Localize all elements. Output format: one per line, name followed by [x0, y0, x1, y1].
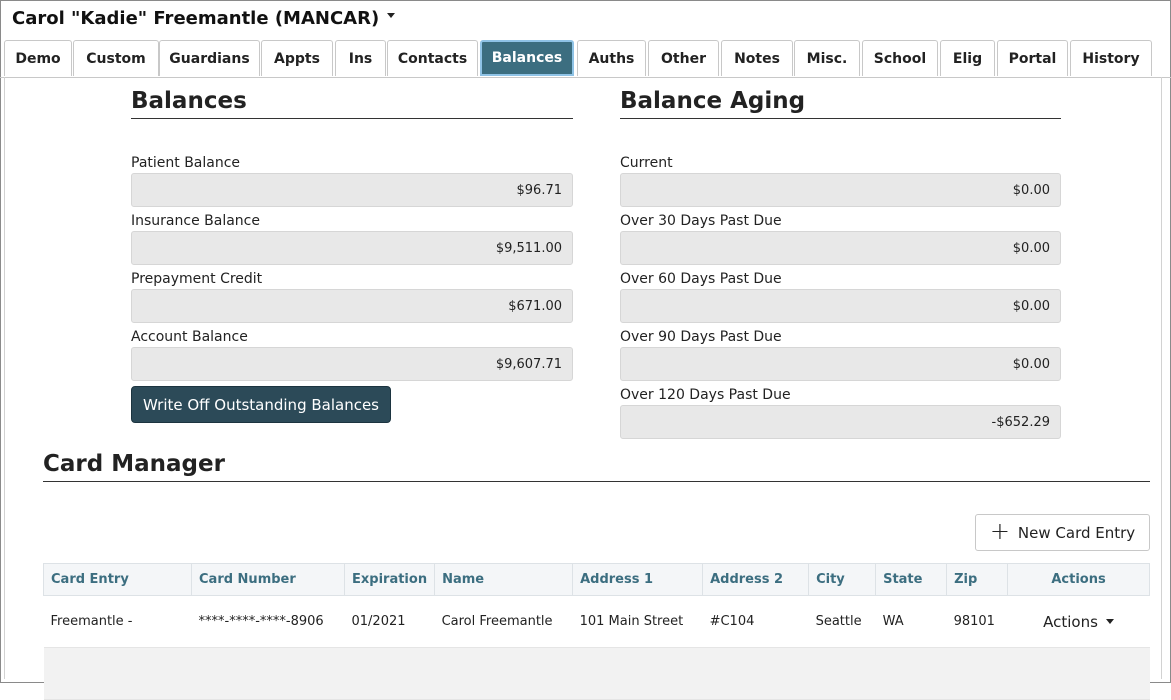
col-expiration[interactable]: Expiration: [343, 563, 436, 596]
chevron-down-icon: [1105, 619, 1114, 624]
card-manager-rule: [43, 481, 1150, 482]
over-120-field: -$652.29: [620, 405, 1061, 439]
cell-address-2: #C104: [702, 595, 809, 648]
col-city[interactable]: City: [808, 563, 877, 596]
account-balance-label: Account Balance: [131, 329, 248, 345]
empty-cell: [43, 647, 1150, 700]
balance-aging-title: Balance Aging: [620, 88, 806, 114]
over-30-field: $0.00: [620, 231, 1061, 265]
col-name[interactable]: Name: [434, 563, 574, 596]
col-card-number[interactable]: Card Number: [191, 563, 345, 596]
cell-card-number: ****-****-****-8906: [191, 595, 345, 648]
account-balance-field: $9,607.71: [131, 347, 573, 381]
insurance-balance-label: Insurance Balance: [131, 213, 260, 229]
plus-icon: +: [989, 517, 1010, 545]
card-table: Card Entry Card Number Expiration Name A…: [43, 563, 1150, 700]
cell-actions: Actions: [1007, 595, 1150, 648]
tab-bar: Demo Custom Guardians Appts Ins Contacts…: [4, 40, 1171, 78]
tab-misc[interactable]: Misc.: [794, 40, 860, 76]
write-off-button[interactable]: Write Off Outstanding Balances: [131, 386, 391, 423]
tab-other[interactable]: Other: [648, 40, 719, 76]
cell-name: Carol Freemantle: [434, 595, 573, 648]
actions-dropdown[interactable]: Actions: [1043, 613, 1114, 631]
cell-state: WA: [875, 595, 947, 648]
caret-down-icon[interactable]: [387, 13, 396, 18]
patient-balance-field: $96.71: [131, 173, 573, 207]
card-manager-title: Card Manager: [43, 451, 225, 477]
over-60-field: $0.00: [620, 289, 1061, 323]
cell-address-1: 101 Main Street: [572, 595, 703, 648]
tab-auths[interactable]: Auths: [577, 40, 646, 76]
prepayment-credit-field: $671.00: [131, 289, 573, 323]
content-border: [1161, 77, 1162, 679]
patient-name: Carol "Kadie" Freemantle (MANCAR): [12, 8, 380, 29]
tab-history[interactable]: History: [1070, 40, 1152, 76]
patient-header[interactable]: Carol "Kadie" Freemantle (MANCAR): [12, 8, 396, 29]
new-card-entry-label: New Card Entry: [1017, 523, 1136, 542]
actions-label: Actions: [1043, 612, 1098, 631]
table-row: Freemantle - ****-****-****-8906 01/2021…: [43, 595, 1150, 648]
cell-expiration: 01/2021: [344, 595, 435, 648]
tab-elig[interactable]: Elig: [940, 40, 995, 76]
patient-balance-label: Patient Balance: [131, 155, 241, 171]
prepayment-credit-label: Prepayment Credit: [131, 271, 263, 287]
tab-guardians[interactable]: Guardians: [159, 40, 260, 76]
tab-notes[interactable]: Notes: [721, 40, 793, 76]
table-header-row: Card Entry Card Number Expiration Name A…: [43, 563, 1150, 596]
cell-city: Seattle: [808, 595, 876, 648]
cell-zip: 98101: [946, 595, 1008, 648]
tab-custom[interactable]: Custom: [73, 40, 159, 76]
over-90-label: Over 90 Days Past Due: [620, 329, 782, 345]
col-address-1[interactable]: Address 1: [572, 563, 704, 596]
content-border: [4, 77, 5, 679]
tab-balances[interactable]: Balances: [480, 40, 574, 76]
over-120-label: Over 120 Days Past Due: [620, 387, 791, 403]
current-field: $0.00: [620, 173, 1061, 207]
col-state[interactable]: State: [875, 563, 948, 596]
tab-portal[interactable]: Portal: [997, 40, 1068, 76]
current-label: Current: [620, 155, 673, 171]
col-address-2[interactable]: Address 2: [702, 563, 810, 596]
insurance-balance-field: $9,511.00: [131, 231, 573, 265]
balances-title: Balances: [131, 88, 247, 114]
over-30-label: Over 30 Days Past Due: [620, 213, 782, 229]
over-60-label: Over 60 Days Past Due: [620, 271, 782, 287]
tab-school[interactable]: School: [862, 40, 938, 76]
over-90-field: $0.00: [620, 347, 1061, 381]
tab-appts[interactable]: Appts: [261, 40, 333, 76]
aging-rule: [620, 118, 1061, 119]
cell-card-entry: Freemantle -: [43, 595, 192, 648]
tab-contacts[interactable]: Contacts: [387, 40, 478, 76]
tab-divider: [0, 77, 1171, 78]
tab-demo[interactable]: Demo: [4, 40, 72, 76]
col-card-entry[interactable]: Card Entry: [43, 563, 192, 596]
tab-ins[interactable]: Ins: [335, 40, 386, 76]
col-actions: Actions: [1007, 563, 1150, 596]
balances-rule: [131, 118, 573, 119]
new-card-entry-button[interactable]: + New Card Entry: [975, 514, 1150, 551]
table-row-empty: [43, 647, 1150, 700]
col-zip[interactable]: Zip: [946, 563, 1009, 596]
